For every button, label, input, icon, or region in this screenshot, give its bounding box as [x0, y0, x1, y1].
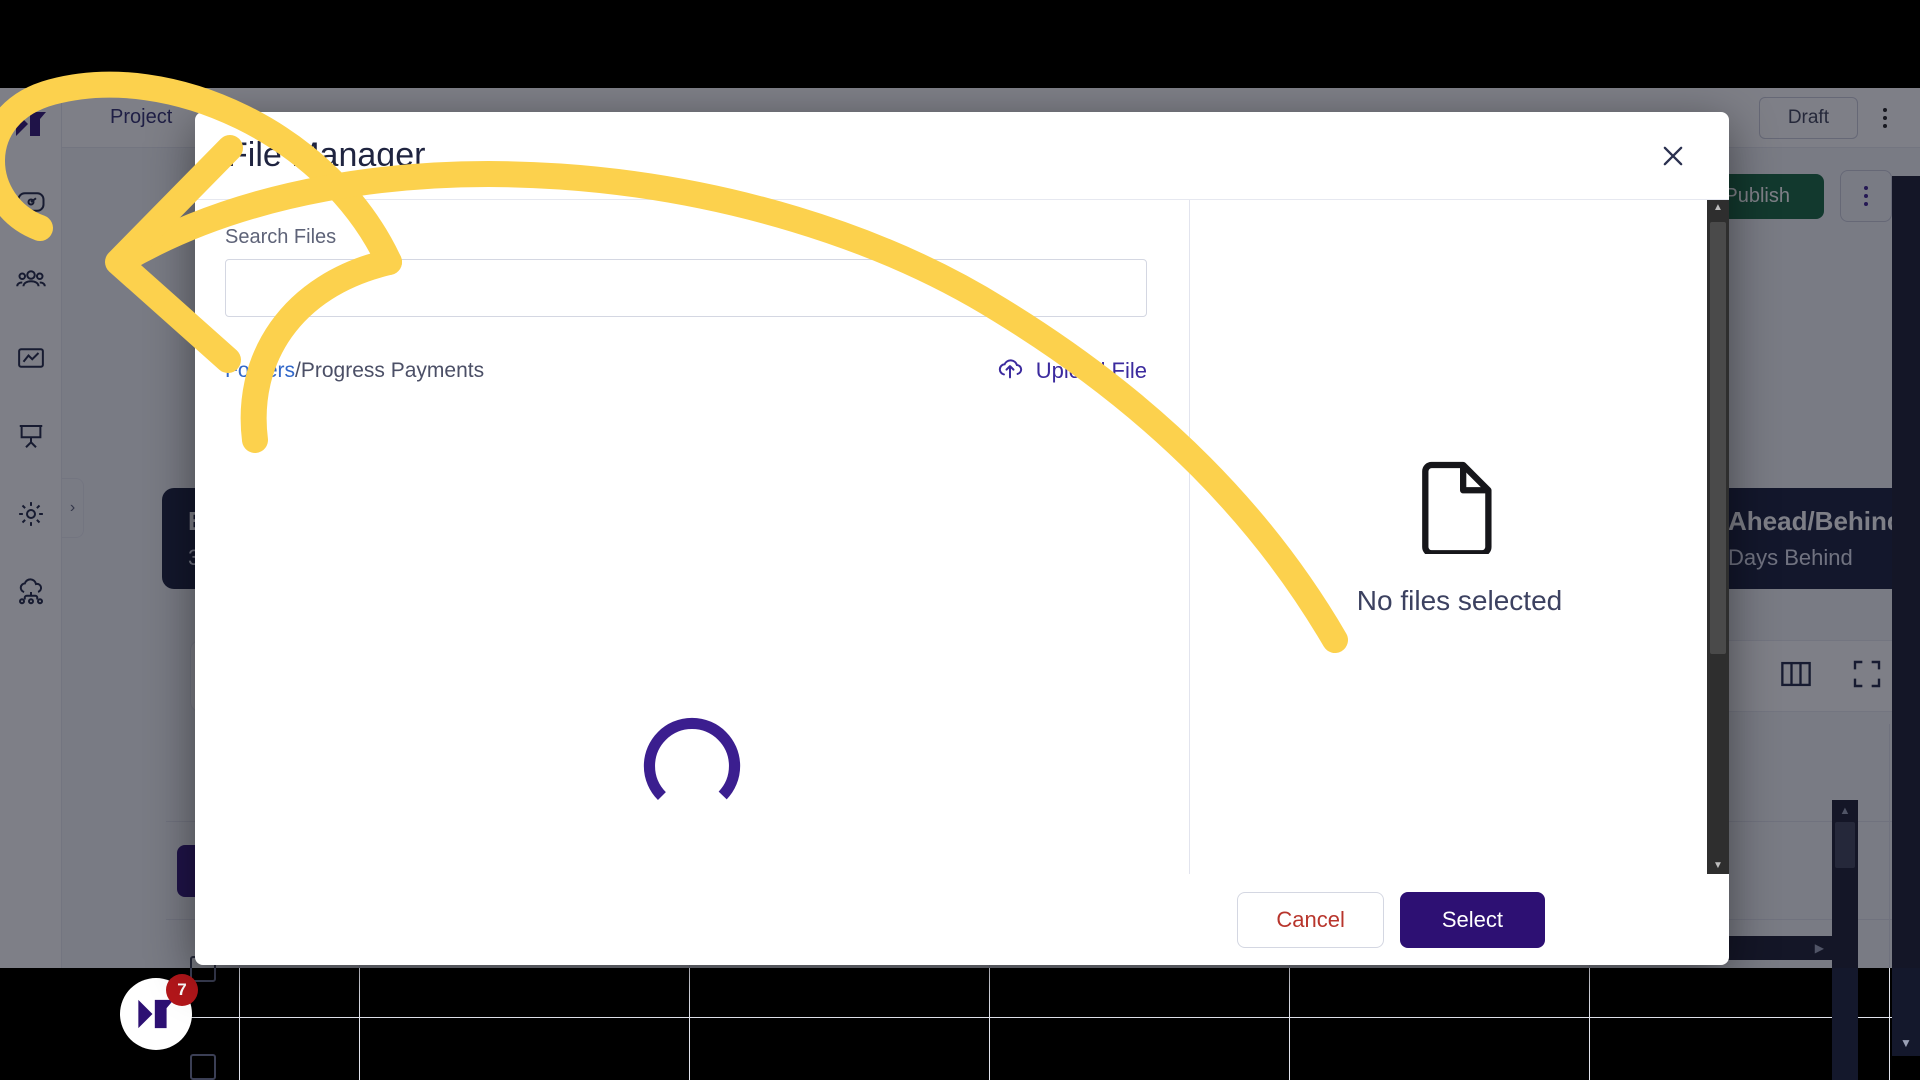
table-row[interactable]	[166, 1018, 1920, 1080]
breadcrumb: Folders / Progress Payments Upload File	[225, 355, 1147, 387]
empty-state: No files selected	[1190, 200, 1729, 874]
scrollbar-track[interactable]	[1710, 222, 1726, 834]
scroll-up-icon[interactable]: ▲	[1713, 203, 1723, 213]
file-document-icon	[1419, 458, 1501, 559]
close-icon[interactable]	[1651, 134, 1695, 178]
select-button[interactable]: Select	[1399, 891, 1545, 948]
dialog-footer: Cancel Select	[195, 874, 1729, 965]
empty-state-label: No files selected	[1356, 584, 1563, 616]
screen-root: Project Draft › Publish Baseline 3/3/202…	[0, 0, 1920, 1080]
page-title: File Manager	[227, 136, 426, 174]
breadcrumb-current: Progress Payments	[300, 359, 485, 382]
dialog-body: Search Files Folders / Progress Payments…	[195, 200, 1729, 874]
file-preview-pane: No files selected	[1190, 200, 1729, 874]
cloud-upload-icon	[996, 355, 1024, 387]
search-files-label: Search Files	[225, 226, 337, 248]
dialog-header: File Manager	[195, 112, 1729, 200]
search-input[interactable]	[225, 259, 1147, 317]
breadcrumb-folders-link[interactable]: Folders	[225, 359, 295, 383]
file-manager-dialog: File Manager Search Files Folders / Prog…	[195, 112, 1729, 965]
upload-file-button[interactable]: Upload File	[996, 355, 1147, 387]
scrollbar-thumb[interactable]	[1710, 222, 1726, 654]
cancel-button[interactable]: Cancel	[1237, 891, 1384, 948]
scroll-down-icon[interactable]: ▼	[1713, 861, 1723, 871]
upload-file-label: Upload File	[1035, 358, 1147, 383]
loading-spinner	[636, 710, 748, 822]
file-browser-pane: Search Files Folders / Progress Payments…	[195, 200, 1190, 874]
dialog-vertical-scrollbar[interactable]: ▲ ▼	[1707, 200, 1729, 874]
support-widget-button[interactable]: 7	[120, 974, 198, 1050]
checkbox-unchecked-icon[interactable]	[189, 1053, 216, 1080]
notification-badge: 7	[166, 974, 198, 1006]
